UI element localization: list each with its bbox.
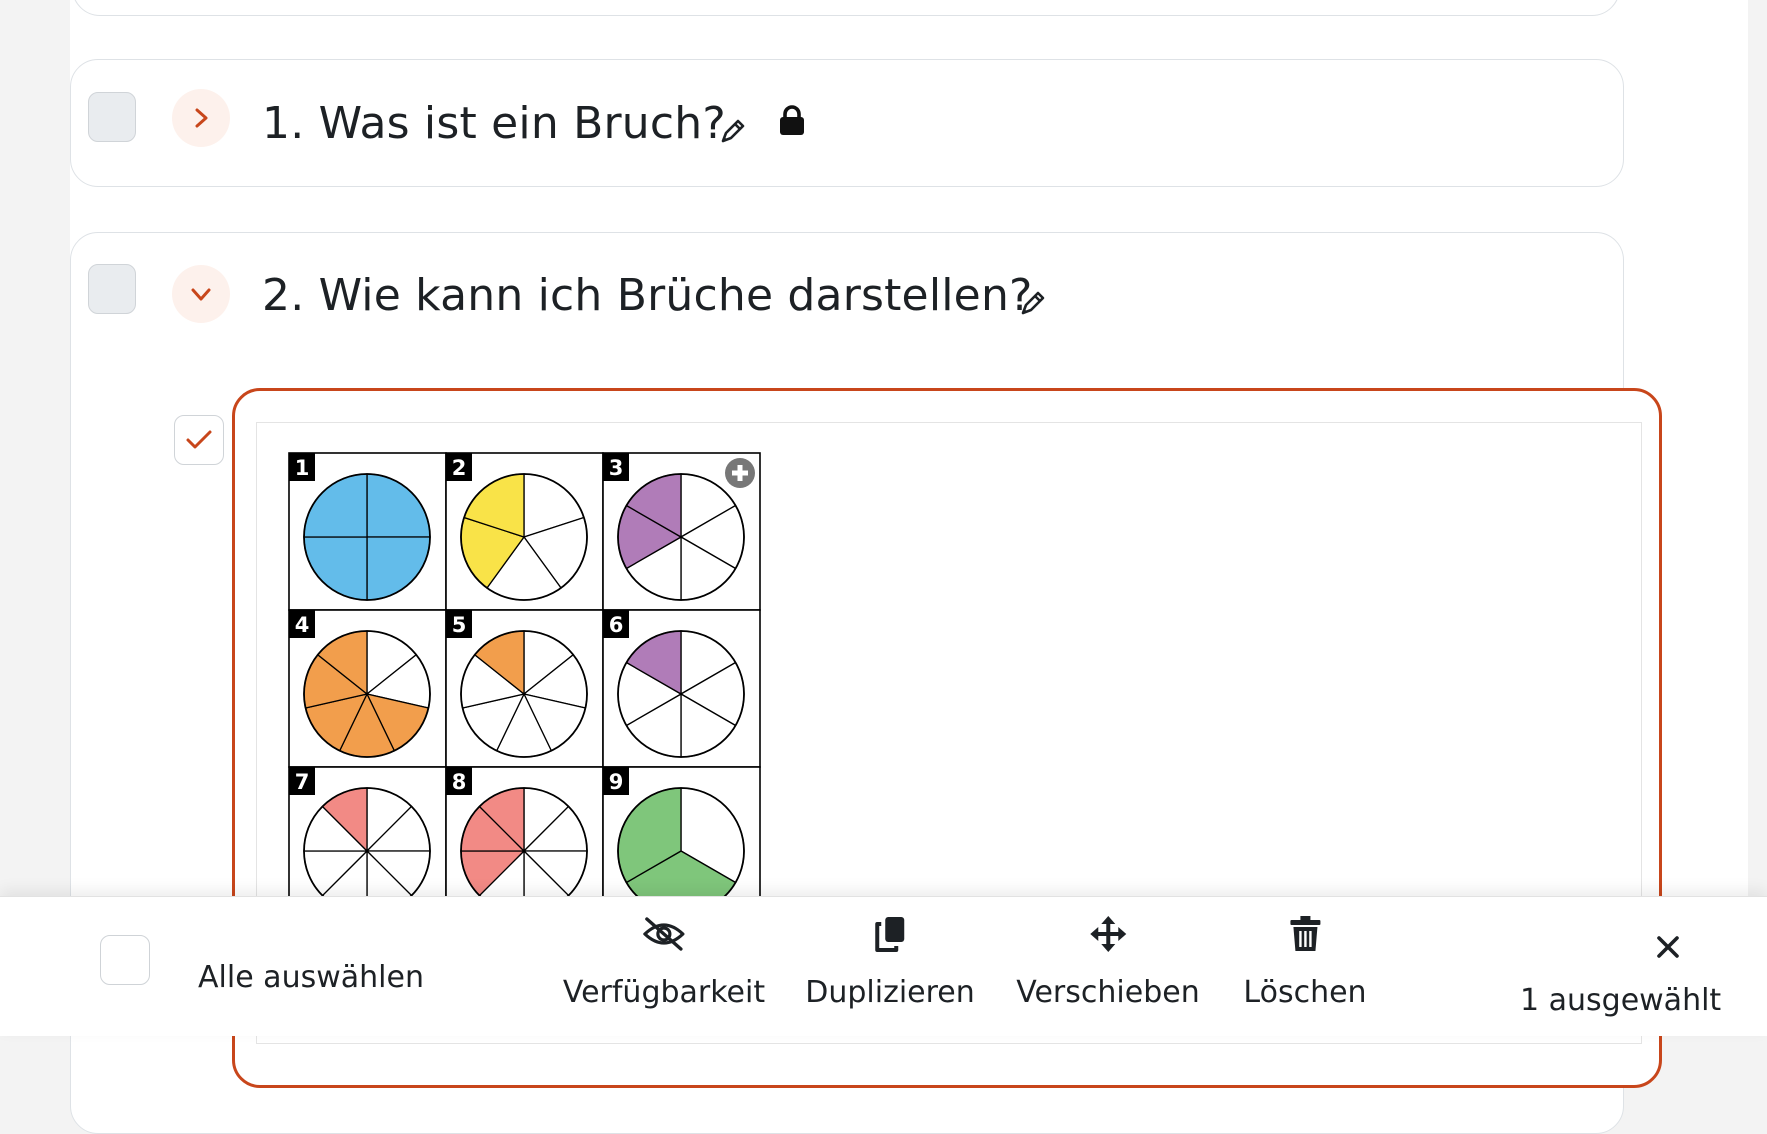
previous-section-card	[72, 0, 1620, 16]
section-2-title[interactable]: 2. Wie kann ich Brüche darstellen?	[262, 274, 1033, 318]
eye-slash-icon	[643, 917, 685, 951]
cell-number: 3	[609, 456, 624, 480]
cell-number: 7	[295, 770, 310, 794]
availability-label: Verfügbarkeit	[562, 975, 766, 1010]
cell-number: 4	[295, 613, 310, 637]
move-label: Verschieben	[1016, 975, 1200, 1010]
duplicate-button[interactable]: Duplizieren	[805, 915, 975, 1010]
edit-pencil-icon[interactable]	[718, 116, 748, 150]
trash-icon	[1290, 916, 1320, 951]
close-icon	[1657, 936, 1679, 958]
selected-count: 1 ausgewählt	[1520, 983, 1722, 1018]
edit-pencil-icon[interactable]	[1018, 288, 1048, 322]
section-1-checkbox[interactable]	[88, 92, 136, 142]
plus-circle-icon[interactable]	[725, 458, 755, 488]
fraction-cell-6: 6	[602, 609, 761, 768]
cell-number: 9	[609, 770, 624, 794]
close-bulk-edit-button[interactable]	[1656, 935, 1680, 963]
activity-checkbox-checked[interactable]	[174, 415, 224, 465]
select-all-checkbox[interactable]	[100, 935, 150, 985]
fraction-cell-1: 1	[288, 452, 447, 611]
section-2-collapse-toggle[interactable]	[172, 265, 230, 323]
fraction-cell-5: 5	[445, 609, 604, 768]
cell-number: 8	[452, 770, 467, 794]
move-button[interactable]: Verschieben	[1016, 915, 1200, 1010]
cell-number: 1	[295, 456, 310, 480]
copy-icon	[874, 917, 904, 952]
fraction-cell-4: 4	[288, 609, 447, 768]
checkmark-icon	[186, 430, 212, 449]
availability-button[interactable]: Verfügbarkeit	[563, 915, 765, 1010]
lock-icon	[778, 104, 806, 140]
section-2-checkbox[interactable]	[88, 264, 136, 314]
cell-number: 2	[452, 456, 467, 480]
duplicate-label: Duplizieren	[805, 975, 975, 1010]
section-1-title[interactable]: 1. Was ist ein Bruch?	[262, 102, 726, 146]
delete-label: Löschen	[1243, 975, 1367, 1010]
move-arrows-icon	[1090, 916, 1126, 952]
chevron-down-icon	[191, 288, 211, 301]
fraction-cell-2: 2	[445, 452, 604, 611]
cell-number: 6	[609, 613, 624, 637]
cell-number: 5	[452, 613, 467, 637]
select-all-label[interactable]: Alle auswählen	[198, 960, 424, 995]
delete-button[interactable]: Löschen	[1243, 915, 1367, 1010]
chevron-right-icon	[195, 108, 208, 128]
section-1-expand-toggle[interactable]	[172, 89, 230, 147]
fraction-circles-image: 1 2 3 4 5 6 7 8 9	[288, 452, 761, 925]
